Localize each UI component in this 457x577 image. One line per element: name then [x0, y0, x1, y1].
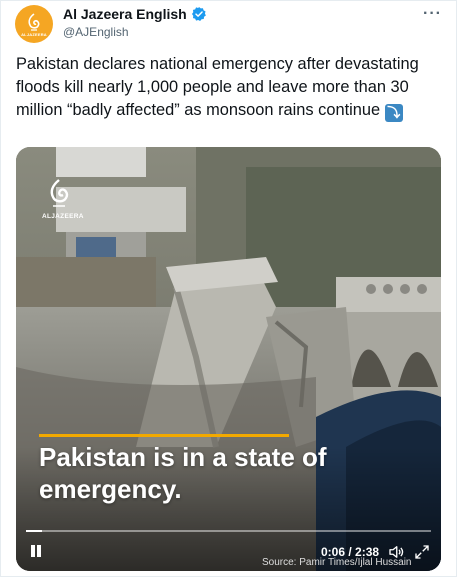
handle[interactable]: @AJEnglish [63, 25, 129, 39]
avatar-label: ALJAZEERA [21, 31, 47, 37]
aljazeera-logo-icon [28, 12, 40, 31]
aljazeera-logo-icon [50, 179, 69, 207]
pause-icon [37, 545, 41, 557]
video-source-credit: Source: Pamir Times/Ijlal Hussain [262, 557, 412, 568]
pause-icon [31, 545, 35, 557]
video-frame [16, 147, 441, 571]
tweet-text: Pakistan declares national emergency aft… [16, 53, 446, 122]
video-caption: Pakistan is in a state of emergency. [39, 442, 327, 504]
tweet-body: Pakistan declares national emergency aft… [16, 55, 419, 119]
display-name[interactable]: Al Jazeera English [63, 6, 187, 22]
video-progress-fill [26, 530, 43, 532]
video-progress-bar[interactable] [26, 530, 431, 532]
fullscreen-icon[interactable] [413, 543, 431, 561]
more-options-icon[interactable]: ··· [423, 5, 442, 23]
caption-accent-line [39, 434, 289, 437]
tweet-card[interactable]: ALJAZEERA Al Jazeera English @AJEnglish … [0, 0, 457, 577]
pause-button[interactable] [29, 545, 43, 559]
video-logo: ALJAZEERA [42, 177, 84, 220]
avatar[interactable]: ALJAZEERA [15, 5, 53, 43]
author-name-row: Al Jazeera English [63, 6, 207, 22]
verified-badge-icon [191, 7, 206, 21]
video-logo-label: ALJAZEERA [42, 213, 84, 220]
video-player[interactable]: ALJAZEERA Pakistan is in a state of emer… [16, 147, 441, 571]
down-arrow-emoji-icon: ⤵ [384, 104, 403, 122]
